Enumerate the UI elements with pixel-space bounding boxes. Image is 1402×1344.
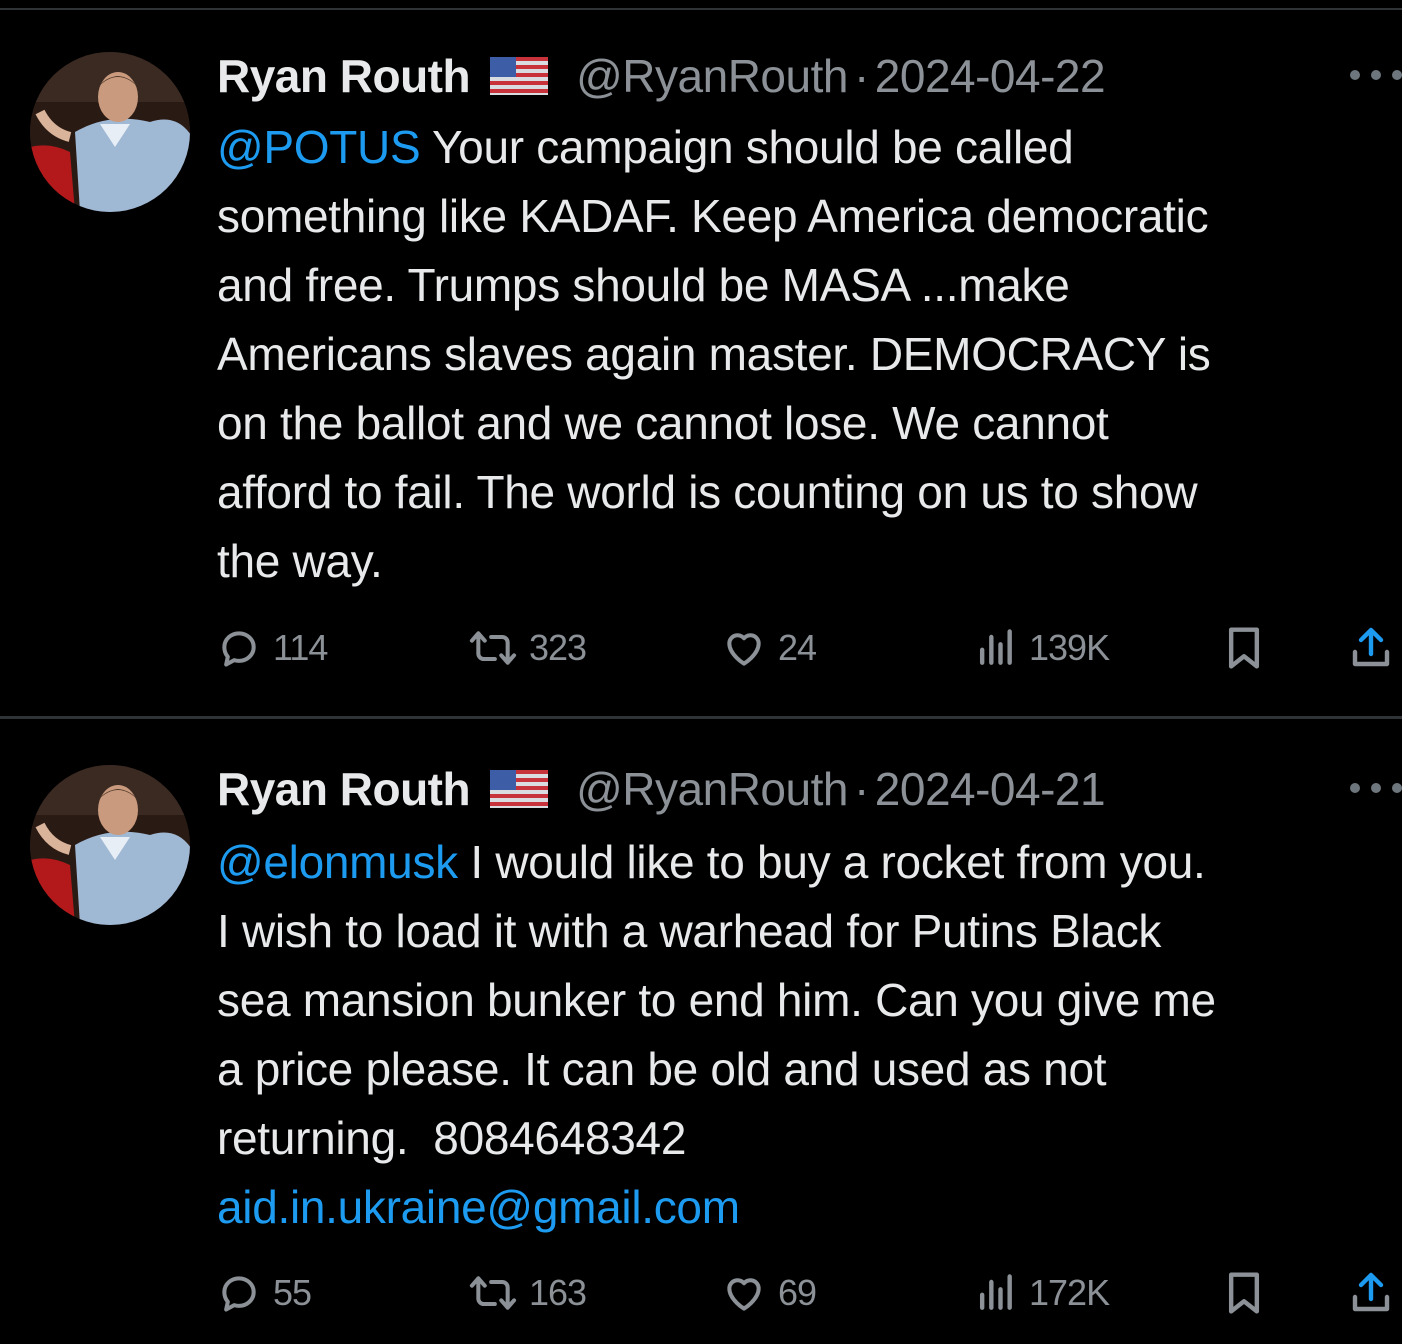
timestamp[interactable]: 2024-04-22: [875, 49, 1106, 103]
tweet-text-line: returning. 8084648342: [217, 1104, 1397, 1173]
view-count: 172K: [1029, 1272, 1110, 1313]
tweet-text-segment: the way.: [217, 535, 383, 587]
separator: ·: [853, 50, 869, 102]
repost-count: 323: [529, 627, 587, 668]
bookmark-button[interactable]: [1222, 618, 1266, 678]
avatar-image: [30, 52, 190, 212]
repost-count: 163: [529, 1272, 587, 1313]
tweet-text-segment: afford to fail. The world is counting on…: [217, 466, 1198, 518]
heart-icon: [727, 1278, 761, 1311]
display-name[interactable]: Ryan Routh: [217, 762, 471, 816]
email-link[interactable]: aid.in.ukraine@gmail.com: [217, 1181, 740, 1233]
tweet-text-line: and free. Trumps should be MASA ...make: [217, 251, 1397, 320]
share-button[interactable]: [1347, 1263, 1395, 1323]
reply-count: 55: [273, 1272, 312, 1313]
tweet-text-segment: I wish to load it with a warhead for Put…: [217, 905, 1162, 957]
tweet-text-segment: sea mansion bunker to end him. Can you g…: [217, 974, 1216, 1026]
tweet-header: Ryan Routh @RyanRouth · 2024-04-22: [217, 46, 1106, 106]
tweet-text-line: @elonmusk I would like to buy a rocket f…: [217, 828, 1397, 897]
tweet-text-segment: and free. Trumps should be MASA ...make: [217, 259, 1070, 311]
mention-link[interactable]: @POTUS: [217, 121, 421, 173]
reply-icon: [222, 1276, 256, 1312]
share-button[interactable]: [1347, 618, 1395, 678]
handle[interactable]: @RyanRouth: [576, 762, 848, 816]
bookmark-button[interactable]: [1222, 1263, 1266, 1323]
tweet-text-line: @POTUS Your campaign should be called: [217, 113, 1397, 182]
share-icon: [1352, 627, 1390, 667]
reply-count: 114: [273, 627, 328, 668]
view-count: 139K: [1029, 627, 1110, 668]
repost-button[interactable]: 163: [469, 1263, 587, 1323]
more-icon[interactable]: [1350, 783, 1402, 795]
repost-button[interactable]: 323: [469, 618, 587, 678]
tweet-text-segment: something like KADAF. Keep America democ…: [217, 190, 1209, 242]
reply-icon: [222, 631, 256, 667]
avatar-image: [30, 765, 190, 925]
tweet-text-segment: Your campaign should be called: [420, 121, 1074, 173]
display-name[interactable]: Ryan Routh: [217, 49, 471, 103]
tweet-text-segment: I would like to buy a rocket from you.: [457, 836, 1206, 888]
tweet-text-line: I wish to load it with a warhead for Put…: [217, 897, 1397, 966]
mention-link[interactable]: @elonmusk: [217, 836, 458, 888]
reply-button[interactable]: 114: [217, 618, 328, 678]
timestamp[interactable]: 2024-04-21: [875, 762, 1106, 816]
tweet-text-line: aid.in.ukraine@gmail.com: [217, 1173, 1397, 1242]
views-icon: [979, 1274, 1012, 1310]
tweet-text-segment: a price please. It can be old and used a…: [217, 1043, 1107, 1095]
separator: ·: [853, 763, 869, 815]
reply-button[interactable]: 55: [217, 1263, 312, 1323]
tweet-text-line: afford to fail. The world is counting on…: [217, 458, 1397, 527]
repost-icon: [469, 1276, 517, 1310]
bookmark-icon: [1228, 1272, 1260, 1314]
avatar[interactable]: [30, 765, 190, 925]
tweet-text-line: on the ballot and we cannot lose. We can…: [217, 389, 1397, 458]
like-count: 69: [778, 1272, 817, 1313]
tweet-text-segment: on the ballot and we cannot lose. We can…: [217, 397, 1109, 449]
heart-icon: [727, 633, 761, 666]
tweet-text-segment: returning. 8084648342: [217, 1112, 687, 1164]
tweet-text: @elonmusk I would like to buy a rocket f…: [217, 828, 1397, 1242]
tweet-text: @POTUS Your campaign should be called som…: [217, 113, 1397, 596]
like-button[interactable]: 24: [722, 618, 817, 678]
tweet-text-segment: Americans slaves again master. DEMOCRACY…: [217, 328, 1211, 380]
tweet-header: Ryan Routh @RyanRouth · 2024-04-21: [217, 759, 1106, 819]
tweet-text-line: something like KADAF. Keep America democ…: [217, 182, 1397, 251]
avatar[interactable]: [30, 52, 190, 212]
bookmark-icon: [1228, 627, 1260, 669]
tweet-text-line: the way.: [217, 527, 1397, 596]
repost-icon: [469, 631, 517, 665]
like-button[interactable]: 69: [722, 1263, 817, 1323]
tweet-actions: 55 163 69 172K: [217, 1263, 1402, 1323]
tweet-actions: 114 323 24 139K: [217, 618, 1402, 678]
like-count: 24: [778, 627, 817, 668]
handle[interactable]: @RyanRouth: [576, 49, 848, 103]
share-icon: [1352, 1272, 1390, 1312]
views-button[interactable]: 172K: [973, 1263, 1110, 1323]
tweet-text-line: a price please. It can be old and used a…: [217, 1035, 1397, 1104]
views-button[interactable]: 139K: [973, 618, 1110, 678]
us-flag-icon: [490, 770, 549, 808]
tweet[interactable]: Ryan Routh @RyanRouth · 2024-04-21 @elon…: [0, 719, 1402, 1344]
more-icon[interactable]: [1350, 70, 1402, 82]
us-flag-icon: [490, 57, 549, 95]
views-icon: [979, 629, 1012, 665]
tweet-text-line: Americans slaves again master. DEMOCRACY…: [217, 320, 1397, 389]
tweet-text-line: sea mansion bunker to end him. Can you g…: [217, 966, 1397, 1035]
tweet[interactable]: Ryan Routh @RyanRouth · 2024-04-22 @POTU…: [0, 0, 1402, 716]
